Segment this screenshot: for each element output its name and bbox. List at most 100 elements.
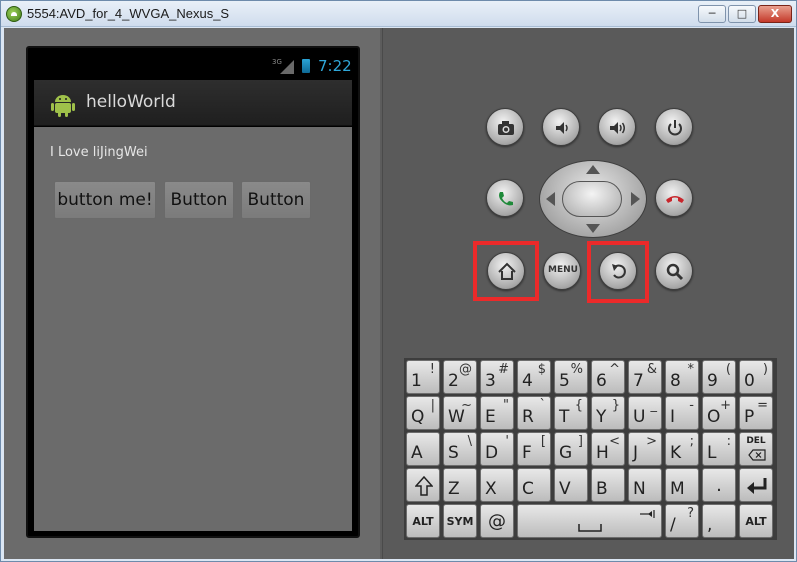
maximize-button[interactable]: □ bbox=[728, 5, 756, 23]
key-j[interactable]: J > bbox=[628, 432, 662, 466]
key-y[interactable]: Y} bbox=[591, 396, 625, 430]
key-r[interactable]: R ` bbox=[517, 396, 551, 430]
menu-label: MENU bbox=[548, 265, 578, 275]
key-z[interactable]: Z bbox=[443, 468, 477, 502]
key-c[interactable]: C bbox=[517, 468, 551, 502]
battery-icon bbox=[302, 59, 310, 73]
key-b[interactable]: B bbox=[591, 468, 625, 502]
dpad[interactable] bbox=[539, 160, 647, 238]
key-v[interactable]: V bbox=[554, 468, 588, 502]
window-title: 5554:AVD_for_4_WVGA_Nexus_S bbox=[27, 6, 230, 21]
key-x[interactable]: X bbox=[480, 468, 514, 502]
enter-icon bbox=[747, 478, 767, 494]
key-e[interactable]: E " bbox=[480, 396, 514, 430]
signal-icon bbox=[280, 60, 294, 74]
key-w[interactable]: W ~ bbox=[443, 396, 477, 430]
key-at[interactable]: @ bbox=[480, 504, 514, 538]
dpad-down-icon[interactable] bbox=[586, 224, 600, 233]
dpad-right-icon[interactable] bbox=[631, 192, 640, 206]
key-i[interactable]: I- bbox=[665, 396, 699, 430]
key-sym[interactable]: SYM bbox=[443, 504, 477, 538]
back-button[interactable] bbox=[599, 252, 637, 290]
key-2[interactable]: 2 @ bbox=[443, 360, 477, 394]
camera-button[interactable] bbox=[486, 108, 524, 146]
dpad-center-button[interactable] bbox=[562, 181, 622, 217]
key-8[interactable]: 8 * bbox=[665, 360, 699, 394]
hang-up-icon bbox=[666, 196, 684, 203]
search-button[interactable] bbox=[655, 252, 693, 290]
emulator-window: 5554:AVD_for_4_WVGA_Nexus_S ─ □ X 3G 7:2… bbox=[0, 0, 797, 562]
key-shift[interactable] bbox=[406, 468, 440, 502]
key-l[interactable]: L: bbox=[702, 432, 736, 466]
volume-up-button[interactable] bbox=[598, 108, 636, 146]
call-button[interactable] bbox=[486, 179, 524, 217]
end-call-button[interactable] bbox=[655, 179, 693, 217]
volume-down-button[interactable] bbox=[542, 108, 580, 146]
key-h[interactable]: H < bbox=[591, 432, 625, 466]
key-0[interactable]: 0) bbox=[739, 360, 773, 394]
hello-text: I Love liJingWei bbox=[50, 145, 148, 160]
controls-pane: MENU 1! 2 @ 3 # 4 $ 5 % 6 ^ 7 & 8 * 9 (… bbox=[382, 28, 794, 559]
status-bar: 3G 7:22 bbox=[34, 54, 352, 80]
key-alt-left[interactable]: ALT bbox=[406, 504, 440, 538]
key-7[interactable]: 7 & bbox=[628, 360, 662, 394]
key-slash[interactable]: /? bbox=[665, 504, 699, 538]
button-3[interactable]: Button bbox=[241, 181, 311, 219]
search-icon bbox=[666, 263, 684, 281]
key-d[interactable]: D ' bbox=[480, 432, 514, 466]
screen-pane: 3G 7:22 helloWorld I Love liJingWei butt… bbox=[4, 28, 380, 559]
key-g[interactable]: G] bbox=[554, 432, 588, 466]
key-3[interactable]: 3 # bbox=[480, 360, 514, 394]
button-me[interactable]: button me! bbox=[54, 181, 156, 219]
dpad-up-icon[interactable] bbox=[586, 165, 600, 174]
key-a[interactable]: A bbox=[406, 432, 440, 466]
key-u[interactable]: U _ bbox=[628, 396, 662, 430]
power-button[interactable] bbox=[655, 108, 693, 146]
key-t[interactable]: T{ bbox=[554, 396, 588, 430]
back-icon bbox=[612, 264, 626, 279]
key-s[interactable]: S \ bbox=[443, 432, 477, 466]
key-enter[interactable] bbox=[739, 468, 773, 502]
volume-up-icon bbox=[610, 122, 625, 134]
key-5[interactable]: 5% bbox=[554, 360, 588, 394]
tab-icon bbox=[640, 510, 655, 518]
app-title: helloWorld bbox=[86, 92, 176, 112]
key-comma[interactable]: , bbox=[702, 504, 736, 538]
device-screen[interactable]: 3G 7:22 helloWorld I Love liJingWei butt… bbox=[26, 46, 360, 538]
menu-button[interactable]: MENU bbox=[543, 252, 581, 290]
home-icon bbox=[498, 262, 516, 280]
android-app-icon bbox=[6, 6, 22, 22]
title-bar: 5554:AVD_for_4_WVGA_Nexus_S ─ □ X bbox=[1, 1, 796, 27]
dpad-left-icon[interactable] bbox=[546, 192, 555, 206]
key-m[interactable]: M bbox=[665, 468, 699, 502]
phone-call-icon bbox=[499, 192, 513, 206]
minimize-button[interactable]: ─ bbox=[698, 5, 726, 23]
backspace-icon bbox=[748, 449, 766, 461]
key-del[interactable]: DEL bbox=[739, 432, 773, 466]
volume-down-icon bbox=[556, 122, 568, 134]
key-k[interactable]: K; bbox=[665, 432, 699, 466]
power-icon bbox=[668, 120, 682, 136]
key-period[interactable]: . bbox=[702, 468, 736, 502]
key-q[interactable]: Q | bbox=[406, 396, 440, 430]
key-f[interactable]: F[ bbox=[517, 432, 551, 466]
button-2[interactable]: Button bbox=[164, 181, 234, 219]
app-action-bar: helloWorld bbox=[34, 80, 352, 126]
key-4[interactable]: 4 $ bbox=[517, 360, 551, 394]
android-robot-icon bbox=[51, 95, 75, 117]
space-icon bbox=[578, 524, 602, 532]
key-p[interactable]: P = bbox=[739, 396, 773, 430]
camera-icon bbox=[498, 121, 514, 135]
key-1[interactable]: 1! bbox=[406, 360, 440, 394]
close-button[interactable]: X bbox=[758, 5, 792, 23]
emulator-client: 3G 7:22 helloWorld I Love liJingWei butt… bbox=[4, 28, 794, 559]
key-o[interactable]: O + bbox=[702, 396, 736, 430]
key-n[interactable]: N bbox=[628, 468, 662, 502]
key-space[interactable] bbox=[517, 504, 662, 538]
home-button[interactable] bbox=[487, 252, 525, 290]
key-alt-right[interactable]: ALT bbox=[739, 504, 773, 538]
status-clock: 7:22 bbox=[318, 57, 352, 75]
key-9[interactable]: 9( bbox=[702, 360, 736, 394]
key-6[interactable]: 6 ^ bbox=[591, 360, 625, 394]
hardware-keyboard: 1! 2 @ 3 # 4 $ 5% 6 ^ 7 & 8 * 9( 0) Q | W ~ E " R… bbox=[404, 358, 777, 540]
